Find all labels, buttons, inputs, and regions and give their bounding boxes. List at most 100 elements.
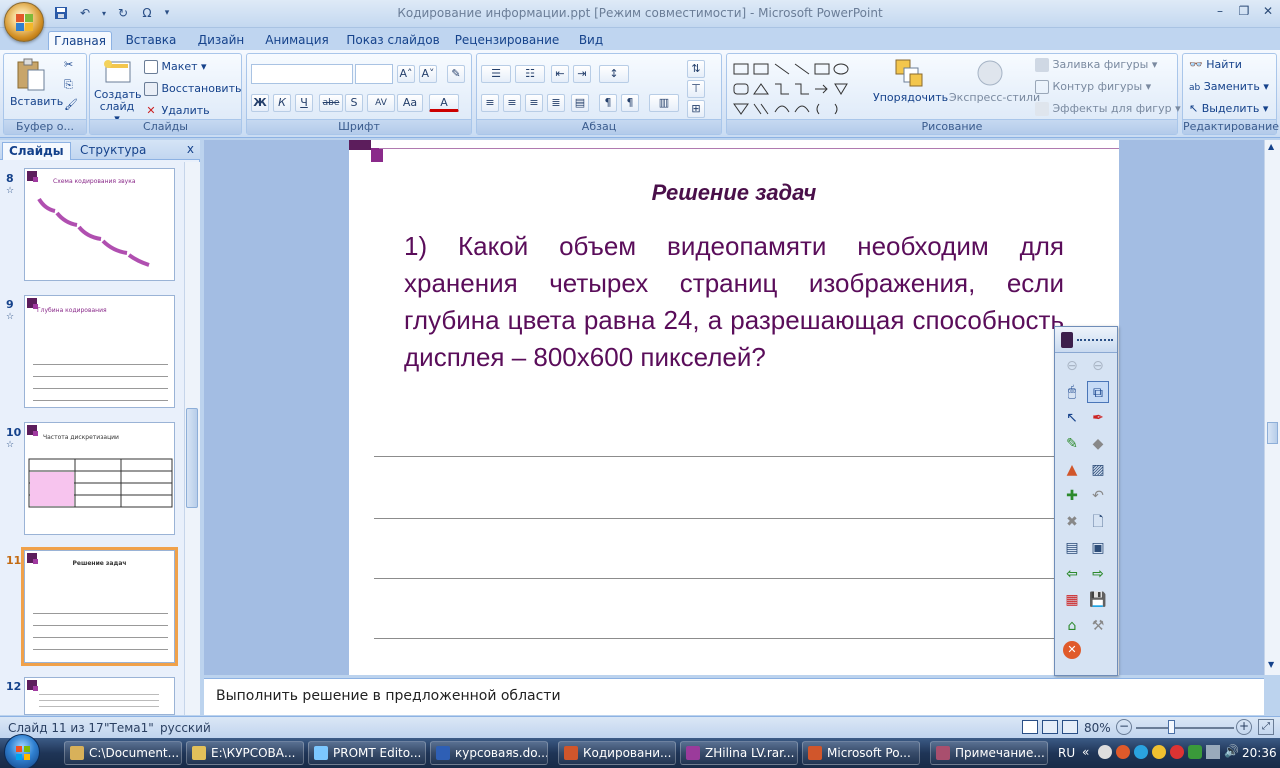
start-button[interactable] bbox=[4, 734, 40, 768]
laser-pointer-icon[interactable]: ✒ bbox=[1087, 407, 1109, 429]
tab-design[interactable]: Дизайн bbox=[192, 31, 250, 51]
new-slide-button[interactable]: Создать слайд ▾ bbox=[94, 58, 142, 125]
font-color-button[interactable]: A bbox=[429, 94, 459, 112]
align-right-icon[interactable]: ≡ bbox=[525, 94, 543, 112]
tab-insert[interactable]: Вставка bbox=[122, 31, 180, 51]
language-indicator[interactable]: RU bbox=[1058, 746, 1075, 760]
line-tool-icon[interactable]: ▨ bbox=[1087, 459, 1109, 481]
slide-thumbnail-9[interactable]: Глубина кодирования bbox=[24, 295, 175, 408]
back-arrow-icon[interactable]: ⇦ bbox=[1061, 563, 1083, 585]
taskbar-item[interactable]: PROMT Edito... bbox=[308, 741, 426, 765]
taskbar-item[interactable]: курсоваяs.do... bbox=[430, 741, 548, 765]
slide-thumbnail-11[interactable]: Решение задач bbox=[21, 547, 178, 666]
slideshow-view-icon[interactable] bbox=[1062, 720, 1078, 737]
network-icon[interactable] bbox=[1206, 745, 1220, 759]
delete-tool-icon[interactable]: ✖ bbox=[1061, 511, 1083, 533]
skype-icon[interactable] bbox=[1134, 745, 1148, 759]
numbering-icon[interactable]: ☷ bbox=[515, 65, 545, 83]
rtl-icon[interactable]: ¶ bbox=[621, 94, 639, 112]
copy-icon[interactable]: ⎘ bbox=[64, 78, 73, 92]
shape-fill-button[interactable]: Заливка фигуры ▾ bbox=[1035, 58, 1157, 72]
screen-capture-icon[interactable]: ▣ bbox=[1087, 537, 1109, 559]
align-text-icon[interactable]: ⊤ bbox=[687, 80, 705, 98]
eraser-icon[interactable]: ◆ bbox=[1087, 433, 1109, 455]
shadow-button[interactable]: S bbox=[345, 94, 363, 112]
taskbar-item[interactable]: C:\Document... bbox=[64, 741, 182, 765]
decrease-indent-icon[interactable]: ⇤ bbox=[551, 65, 569, 83]
shape-outline-button[interactable]: Контур фигуры ▾ bbox=[1035, 80, 1151, 94]
notes-text[interactable]: Выполнить решение в предложенной области bbox=[216, 688, 561, 704]
taskbar-item[interactable]: ZHilina LV.rar... bbox=[680, 741, 798, 765]
taskbar-item[interactable]: Microsoft Po... bbox=[802, 741, 920, 765]
shapes-tool-icon[interactable]: ▲ bbox=[1061, 459, 1083, 481]
close-icon[interactable]: x bbox=[187, 142, 194, 156]
increase-indent-icon[interactable]: ⇥ bbox=[573, 65, 591, 83]
zoom-level[interactable]: 80% bbox=[1084, 721, 1111, 735]
justify-icon[interactable]: ≣ bbox=[547, 94, 565, 112]
minimize-icon[interactable]: – bbox=[1208, 4, 1232, 22]
normal-view-icon[interactable] bbox=[1022, 720, 1038, 737]
taskbar-item[interactable]: E:\КУРСОВА... bbox=[186, 741, 304, 765]
scrollbar-thumb[interactable] bbox=[1267, 422, 1278, 444]
scroll-down-icon[interactable]: ▼ bbox=[1268, 660, 1274, 669]
quick-styles-button[interactable]: Экспресс-стили bbox=[949, 58, 1040, 104]
text-tool-icon[interactable]: ✚ bbox=[1061, 485, 1083, 507]
tab-view[interactable]: Вид bbox=[572, 31, 610, 51]
notes-pane[interactable]: Выполнить решение в предложенной области bbox=[204, 678, 1264, 715]
prev-page-icon[interactable]: ⊖ bbox=[1061, 355, 1083, 377]
tray-app-icon[interactable] bbox=[1098, 745, 1112, 759]
slide-canvas[interactable]: Решение задач 1) Какой объем видеопамяти… bbox=[349, 140, 1119, 675]
scroll-up-icon[interactable]: ▲ bbox=[1268, 142, 1274, 151]
bold-button[interactable]: Ж bbox=[251, 94, 269, 112]
zoom-slider-thumb[interactable] bbox=[1168, 720, 1175, 734]
shape-effects-button[interactable]: Эффекты для фигур ▾ bbox=[1035, 102, 1181, 116]
volume-icon[interactable]: 🔊 bbox=[1224, 744, 1239, 758]
close-icon[interactable]: ✕ bbox=[1256, 4, 1280, 22]
reset-button[interactable]: Восстановить bbox=[144, 82, 241, 96]
align-left-icon[interactable]: ≡ bbox=[481, 94, 499, 112]
tab-slideshow[interactable]: Показ слайдов bbox=[344, 31, 442, 51]
tab-home[interactable]: Главная bbox=[48, 31, 112, 51]
underline-button[interactable]: Ч bbox=[295, 94, 313, 112]
slide-thumbnail-8[interactable]: Схема кодирования звука bbox=[24, 168, 175, 281]
table-icon[interactable]: ▦ bbox=[1061, 589, 1083, 611]
language-indicator[interactable]: русский bbox=[160, 721, 211, 735]
taskbar-item[interactable]: Примечание... bbox=[930, 741, 1048, 765]
forward-arrow-icon[interactable]: ⇨ bbox=[1087, 563, 1109, 585]
taskbar-item[interactable]: Кодировани... bbox=[558, 741, 676, 765]
fit-to-window-icon[interactable]: ⤢ bbox=[1258, 719, 1274, 735]
tray-app-icon[interactable] bbox=[1188, 745, 1202, 759]
tab-animation[interactable]: Анимация bbox=[262, 31, 332, 51]
tab-slides[interactable]: Слайды bbox=[2, 142, 71, 160]
clear-format-icon[interactable]: ✎ bbox=[447, 65, 465, 83]
tools-icon[interactable]: ⚒ bbox=[1087, 615, 1109, 637]
change-case-button[interactable]: Aa bbox=[397, 94, 423, 112]
font-name-select[interactable] bbox=[251, 64, 353, 84]
zoom-out-icon[interactable]: − bbox=[1116, 719, 1132, 735]
paste-button[interactable]: Вставить bbox=[10, 58, 63, 108]
scrollbar-thumb[interactable] bbox=[186, 408, 198, 508]
tab-outline[interactable]: Структура bbox=[74, 142, 152, 160]
page-icon[interactable]: ▤ bbox=[1061, 537, 1083, 559]
toolbar-drag-handle[interactable] bbox=[1055, 327, 1117, 353]
delete-slide-button[interactable]: ✕ Удалить bbox=[144, 104, 209, 118]
select-arrow-icon[interactable]: ↖ bbox=[1061, 407, 1083, 429]
convert-smartart-icon[interactable]: ⊞ bbox=[687, 100, 705, 118]
vertical-scrollbar[interactable]: ▲ ▼ bbox=[1264, 140, 1280, 675]
ltr-icon[interactable]: ¶ bbox=[599, 94, 617, 112]
gallery-icon[interactable]: ⌂ bbox=[1061, 615, 1083, 637]
mouse-icon[interactable]: 🖱 bbox=[1061, 381, 1083, 403]
slide-thumbnail-12[interactable] bbox=[24, 677, 175, 715]
tray-app-icon[interactable] bbox=[1170, 745, 1184, 759]
tray-app-icon[interactable] bbox=[1152, 745, 1166, 759]
slide-thumbnail-10[interactable]: Частота дискретизации bbox=[24, 422, 175, 535]
cut-icon[interactable]: ✂ bbox=[64, 58, 73, 71]
tab-review[interactable]: Рецензирование bbox=[454, 31, 560, 51]
replace-button[interactable]: ab Заменить ▾ bbox=[1189, 80, 1269, 93]
clock[interactable]: 20:36 bbox=[1242, 746, 1277, 760]
font-size-select[interactable] bbox=[355, 64, 393, 84]
zoom-slider[interactable] bbox=[1136, 727, 1234, 729]
slide-body-text[interactable]: 1) Какой объем видеопамяти необходим для… bbox=[404, 228, 1064, 376]
grow-font-icon[interactable]: A˄ bbox=[397, 65, 415, 83]
tray-app-icon[interactable] bbox=[1116, 745, 1130, 759]
